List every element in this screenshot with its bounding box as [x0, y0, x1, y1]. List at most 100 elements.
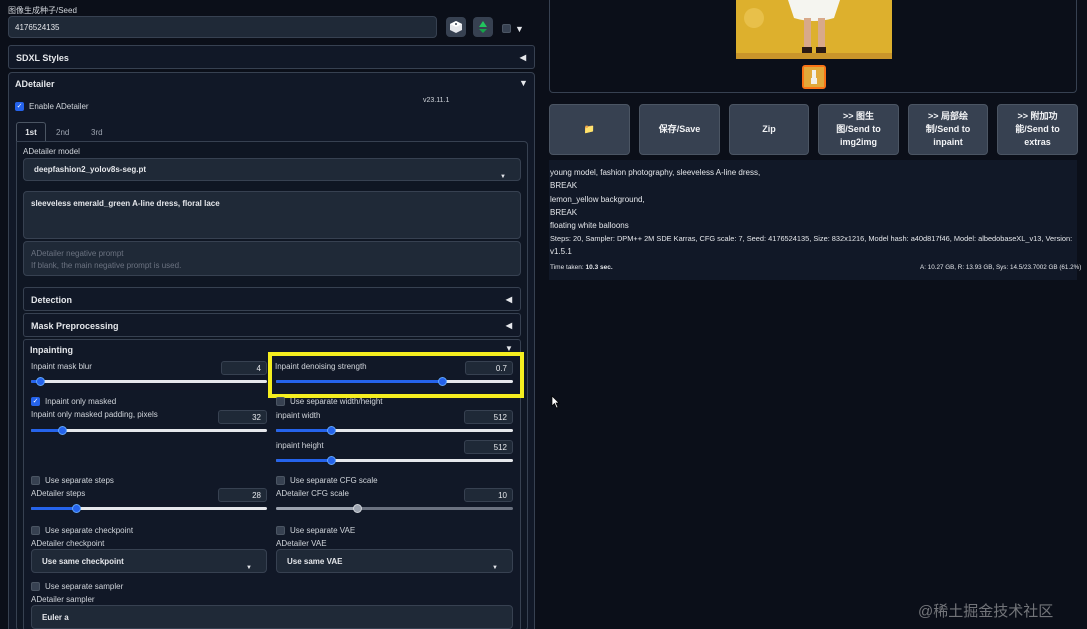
adetailer-prompt[interactable]: sleeveless emerald_green A-line dress, f…	[23, 191, 521, 239]
padding-input[interactable]: 32	[218, 410, 267, 424]
dice-icon	[450, 21, 462, 33]
steps-fill	[31, 507, 76, 510]
generated-image[interactable]	[736, 0, 892, 59]
tab-2nd[interactable]: 2nd	[56, 128, 69, 137]
thumbnail-figure	[804, 67, 824, 87]
mouse-cursor-icon	[551, 395, 560, 409]
padding-label: Inpaint only masked padding, pixels	[31, 410, 158, 419]
separate-sampler-label: Use separate sampler	[45, 582, 124, 591]
denoise-knob[interactable]	[437, 377, 447, 386]
sampler-dropdown-value: Euler a	[42, 613, 69, 622]
image-thumbnail[interactable]	[802, 65, 826, 89]
info-line-3: lemon_yellow background,	[550, 195, 645, 204]
steps-label: ADetailer steps	[31, 489, 86, 498]
tab-3rd[interactable]: 3rd	[91, 128, 103, 137]
mask-blur-label: Inpaint mask blur	[31, 362, 92, 371]
width-input[interactable]: 512	[464, 410, 513, 424]
height-fill	[276, 459, 331, 462]
seed-input[interactable]: 4176524135	[8, 16, 437, 38]
denoise-input[interactable]: 0.7	[465, 361, 513, 375]
separate-wh-label: Use separate width/height	[290, 397, 383, 406]
separate-checkpoint-checkbox[interactable]	[31, 526, 40, 535]
sampler-dropdown[interactable]: Euler a	[31, 605, 513, 629]
send-extras-button[interactable]: >> 附加功 能/Send to extras	[997, 104, 1078, 155]
separate-steps-label: Use separate steps	[45, 476, 114, 485]
adetailer-negative-prompt[interactable]: ADetailer negative prompt If blank, the …	[23, 241, 521, 276]
width-slider[interactable]	[276, 426, 513, 435]
version-label: v23.11.1	[423, 97, 450, 104]
expand-triangle-icon: ◀	[505, 295, 512, 304]
expand-triangle-icon: ◀	[505, 321, 512, 330]
zip-button[interactable]: Zip	[729, 104, 809, 155]
height-knob[interactable]	[326, 456, 336, 465]
extra-seed-checkbox[interactable]	[502, 24, 511, 33]
enable-adetailer-label: Enable ADetailer	[29, 102, 89, 111]
separate-sampler-checkbox[interactable]	[31, 582, 40, 591]
cfg-fill	[276, 507, 357, 510]
padding-knob[interactable]	[57, 426, 67, 435]
cfg-input[interactable]: 10	[464, 488, 513, 502]
height-slider[interactable]	[276, 456, 513, 465]
model-dropdown[interactable]: deepfashion2_yolov8s-seg.pt ▼	[23, 158, 521, 181]
chevron-down-icon: ▼	[500, 173, 506, 180]
generation-info-panel	[549, 160, 1077, 280]
random-seed-button[interactable]	[446, 17, 466, 37]
time-taken: Time taken: 10.3 sec.	[550, 264, 613, 271]
recycle-icon	[479, 21, 487, 33]
steps-knob[interactable]	[71, 504, 81, 513]
generated-image-preview	[736, 0, 892, 59]
extra-seed-toggle-icon[interactable]: ▼	[515, 24, 524, 34]
mask-preprocessing-accordion[interactable]: Mask Preprocessing ◀	[23, 313, 521, 337]
separate-checkpoint-label: Use separate checkpoint	[45, 526, 134, 535]
collapse-triangle-icon[interactable]: ▼	[519, 78, 528, 88]
seed-label: 图像生成种子/Seed	[8, 6, 77, 15]
highlight-box	[268, 352, 524, 398]
neg-prompt-placeholder-2: If blank, the main negative prompt is us…	[31, 261, 182, 270]
info-line-4: BREAK	[550, 208, 578, 217]
mask-blur-slider[interactable]	[31, 377, 267, 386]
tab-1st[interactable]: 1st	[16, 122, 46, 142]
folder-icon: 📁	[583, 124, 596, 134]
watermark: @稀土掘金技术社区	[918, 603, 1054, 620]
cfg-slider[interactable]	[276, 504, 513, 513]
time-value: 10.3 sec.	[585, 264, 613, 271]
padding-slider[interactable]	[31, 426, 267, 435]
vae-dropdown[interactable]: Use same VAE ▼	[276, 549, 513, 573]
separate-vae-checkbox[interactable]	[276, 526, 285, 535]
checkpoint-dropdown[interactable]: Use same checkpoint ▼	[31, 549, 267, 573]
open-folder-button[interactable]: 📁	[549, 104, 630, 155]
mask-preprocessing-label: Mask Preprocessing	[31, 321, 119, 331]
separate-wh-checkbox[interactable]	[276, 397, 285, 406]
info-line-5: floating white balloons	[550, 221, 629, 230]
detection-label: Detection	[31, 295, 73, 305]
vae-dropdown-value: Use same VAE	[287, 557, 343, 566]
mask-blur-input[interactable]: 4	[221, 361, 267, 375]
steps-input[interactable]: 28	[218, 488, 267, 502]
height-input[interactable]: 512	[464, 440, 513, 454]
model-dropdown-value: deepfashion2_yolov8s-seg.pt	[34, 165, 147, 174]
save-button[interactable]: 保存/Save	[639, 104, 720, 155]
info-line-6: Steps: 20, Sampler: DPM++ 2M SDE Karras,…	[550, 234, 1073, 243]
cfg-label: ADetailer CFG scale	[276, 489, 349, 498]
width-fill	[276, 429, 331, 432]
chevron-down-icon: ▼	[492, 565, 498, 571]
inpaint-only-masked-checkbox[interactable]: ✓	[31, 397, 40, 406]
separate-steps-checkbox[interactable]	[31, 476, 40, 485]
send-inpaint-button[interactable]: >> 局部绘 制/Send to inpaint	[908, 104, 988, 155]
cfg-knob[interactable]	[352, 504, 362, 513]
denoise-slider[interactable]	[276, 377, 513, 386]
steps-slider[interactable]	[31, 504, 267, 513]
vae-label: ADetailer VAE	[276, 539, 327, 548]
width-knob[interactable]	[326, 426, 336, 435]
denoise-label: Inpaint denoising strength	[275, 362, 367, 371]
reuse-seed-button[interactable]	[473, 17, 493, 37]
sdxl-styles-accordion[interactable]: SDXL Styles ◀	[8, 45, 535, 69]
checkpoint-label: ADetailer checkpoint	[31, 539, 105, 548]
send-img2img-button[interactable]: >> 图生 图/Send to img2img	[818, 104, 899, 155]
info-line-1: young model, fashion photography, sleeve…	[550, 168, 761, 177]
separate-cfg-checkbox[interactable]	[276, 476, 285, 485]
detection-accordion[interactable]: Detection ◀	[23, 287, 521, 311]
height-label: inpaint height	[276, 441, 324, 450]
inpainting-label: Inpainting	[30, 345, 73, 355]
enable-adetailer-checkbox[interactable]: ✓	[15, 102, 24, 111]
